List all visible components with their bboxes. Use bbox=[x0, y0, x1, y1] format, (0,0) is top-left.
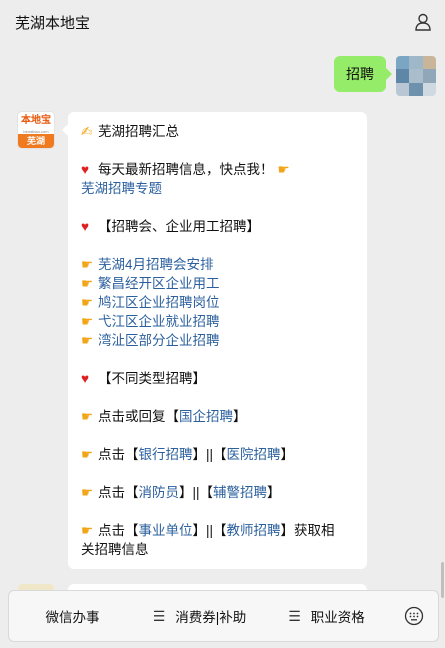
message-title: 芜湖招聘汇总 bbox=[98, 124, 179, 139]
link-wanzhi[interactable]: 湾沚区部分企业招聘 bbox=[98, 333, 220, 348]
pointing-hand-icon: ☛ bbox=[81, 333, 94, 348]
text-click: 点击【 bbox=[98, 485, 139, 500]
link-fanchang[interactable]: 繁昌经开区企业用工 bbox=[98, 276, 220, 291]
link-yijiang[interactable]: 弋江区企业就业招聘 bbox=[98, 314, 220, 329]
hamburger-icon: ☰ bbox=[288, 607, 301, 624]
menu-label: 消费券|补助 bbox=[175, 610, 247, 625]
user-avatar[interactable] bbox=[396, 56, 436, 96]
text-separator: 】||【 bbox=[179, 485, 214, 500]
pointing-hand-icon: ☛ bbox=[81, 523, 94, 538]
section-heading-jobfair: 【招聘会、企业用工招聘】 bbox=[98, 219, 260, 234]
daily-prefix: 每天最新招聘信息，快点我！ bbox=[98, 162, 274, 177]
link-jobfair-april[interactable]: 芜湖4月招聘会安排 bbox=[98, 257, 214, 272]
text-close: 】 bbox=[280, 447, 295, 462]
section-heading-types: 【不同类型招聘】 bbox=[98, 371, 206, 386]
link-firefighter[interactable]: 消防员 bbox=[139, 485, 180, 500]
pointing-hand-icon: ☛ bbox=[81, 276, 94, 291]
link-hospital-jobs[interactable]: 医院招聘 bbox=[227, 447, 281, 462]
bot-avatar-city: 芜湖 bbox=[18, 134, 54, 148]
text-get-info: 】获取相 bbox=[280, 523, 335, 538]
user-icon[interactable] bbox=[413, 12, 433, 32]
menu-label: 微信办事 bbox=[45, 610, 100, 625]
text-click: 点击【 bbox=[98, 447, 139, 462]
user-message-bubble[interactable]: 招聘 bbox=[334, 56, 392, 92]
pointing-hand-icon: ☛ bbox=[81, 314, 94, 329]
link-teacher-jobs[interactable]: 教师招聘 bbox=[227, 523, 281, 538]
menu-item-wechat-services[interactable]: 微信办事 bbox=[9, 606, 136, 626]
text-close: 】 bbox=[267, 485, 281, 500]
pointing-hand-icon: ☛ bbox=[81, 447, 94, 462]
text-separator: 】||【 bbox=[192, 523, 227, 538]
text-click: 点击【 bbox=[98, 523, 139, 538]
menu-item-coupons[interactable]: ☰ 消费券|补助 bbox=[136, 606, 263, 626]
user-message-row: 招聘 bbox=[334, 56, 436, 96]
reply-suffix: 】 bbox=[233, 409, 247, 424]
link-bank-jobs[interactable]: 银行招聘 bbox=[139, 447, 193, 462]
hamburger-icon: ☰ bbox=[152, 607, 166, 624]
pointing-hand-icon: ☛ bbox=[277, 162, 290, 177]
writing-hand-icon: ✍ bbox=[81, 124, 93, 139]
heart-icon: ♥ bbox=[81, 219, 90, 234]
bot-message-bubble: ✍ 芜湖招聘汇总 ♥ 每天最新招聘信息，快点我！ ☛ 芜湖招聘专题 ♥ 【招聘会、企业用… bbox=[62, 112, 367, 569]
special-topic-link[interactable]: 芜湖招聘专题 bbox=[81, 181, 162, 196]
chat-area: 招聘 本地宝 bendibao.com 芜湖 ✍ 芜湖招聘汇总 ♥ 每天最新招聘信息… bbox=[0, 44, 445, 598]
text-separator: 】||【 bbox=[192, 447, 227, 462]
heart-icon: ♥ bbox=[81, 162, 90, 177]
pointing-hand-icon: ☛ bbox=[81, 257, 94, 272]
link-soe-jobs[interactable]: 国企招聘 bbox=[179, 409, 233, 424]
menu-label: 职业资格 bbox=[310, 610, 365, 625]
reply-prefix: 点击或回复【 bbox=[98, 409, 179, 424]
chat-header: 芜湖本地宝 bbox=[0, 0, 445, 44]
pointing-hand-icon: ☛ bbox=[81, 485, 94, 500]
keyboard-icon[interactable] bbox=[390, 606, 438, 626]
bottom-menu: 微信办事 ☰ 消费券|补助 ☰ 职业资格 bbox=[8, 590, 439, 642]
text-get-info-wrap: 关招聘信息 bbox=[81, 542, 149, 557]
menu-item-qualifications[interactable]: ☰ 职业资格 bbox=[263, 606, 390, 626]
pointing-hand-icon: ☛ bbox=[81, 295, 94, 310]
link-public-institution[interactable]: 事业单位 bbox=[139, 523, 193, 538]
link-jiujiang[interactable]: 鸠江区企业招聘岗位 bbox=[98, 295, 220, 310]
link-auxiliary-police[interactable]: 辅警招聘 bbox=[213, 485, 267, 500]
heart-icon: ♥ bbox=[81, 371, 90, 386]
pointing-hand-icon: ☛ bbox=[81, 409, 94, 424]
bot-avatar[interactable]: 本地宝 bendibao.com 芜湖 bbox=[18, 112, 54, 148]
bot-avatar-brand: 本地宝 bbox=[21, 115, 51, 126]
chat-title: 芜湖本地宝 bbox=[15, 14, 91, 32]
chat-scrollbar[interactable] bbox=[441, 562, 444, 598]
